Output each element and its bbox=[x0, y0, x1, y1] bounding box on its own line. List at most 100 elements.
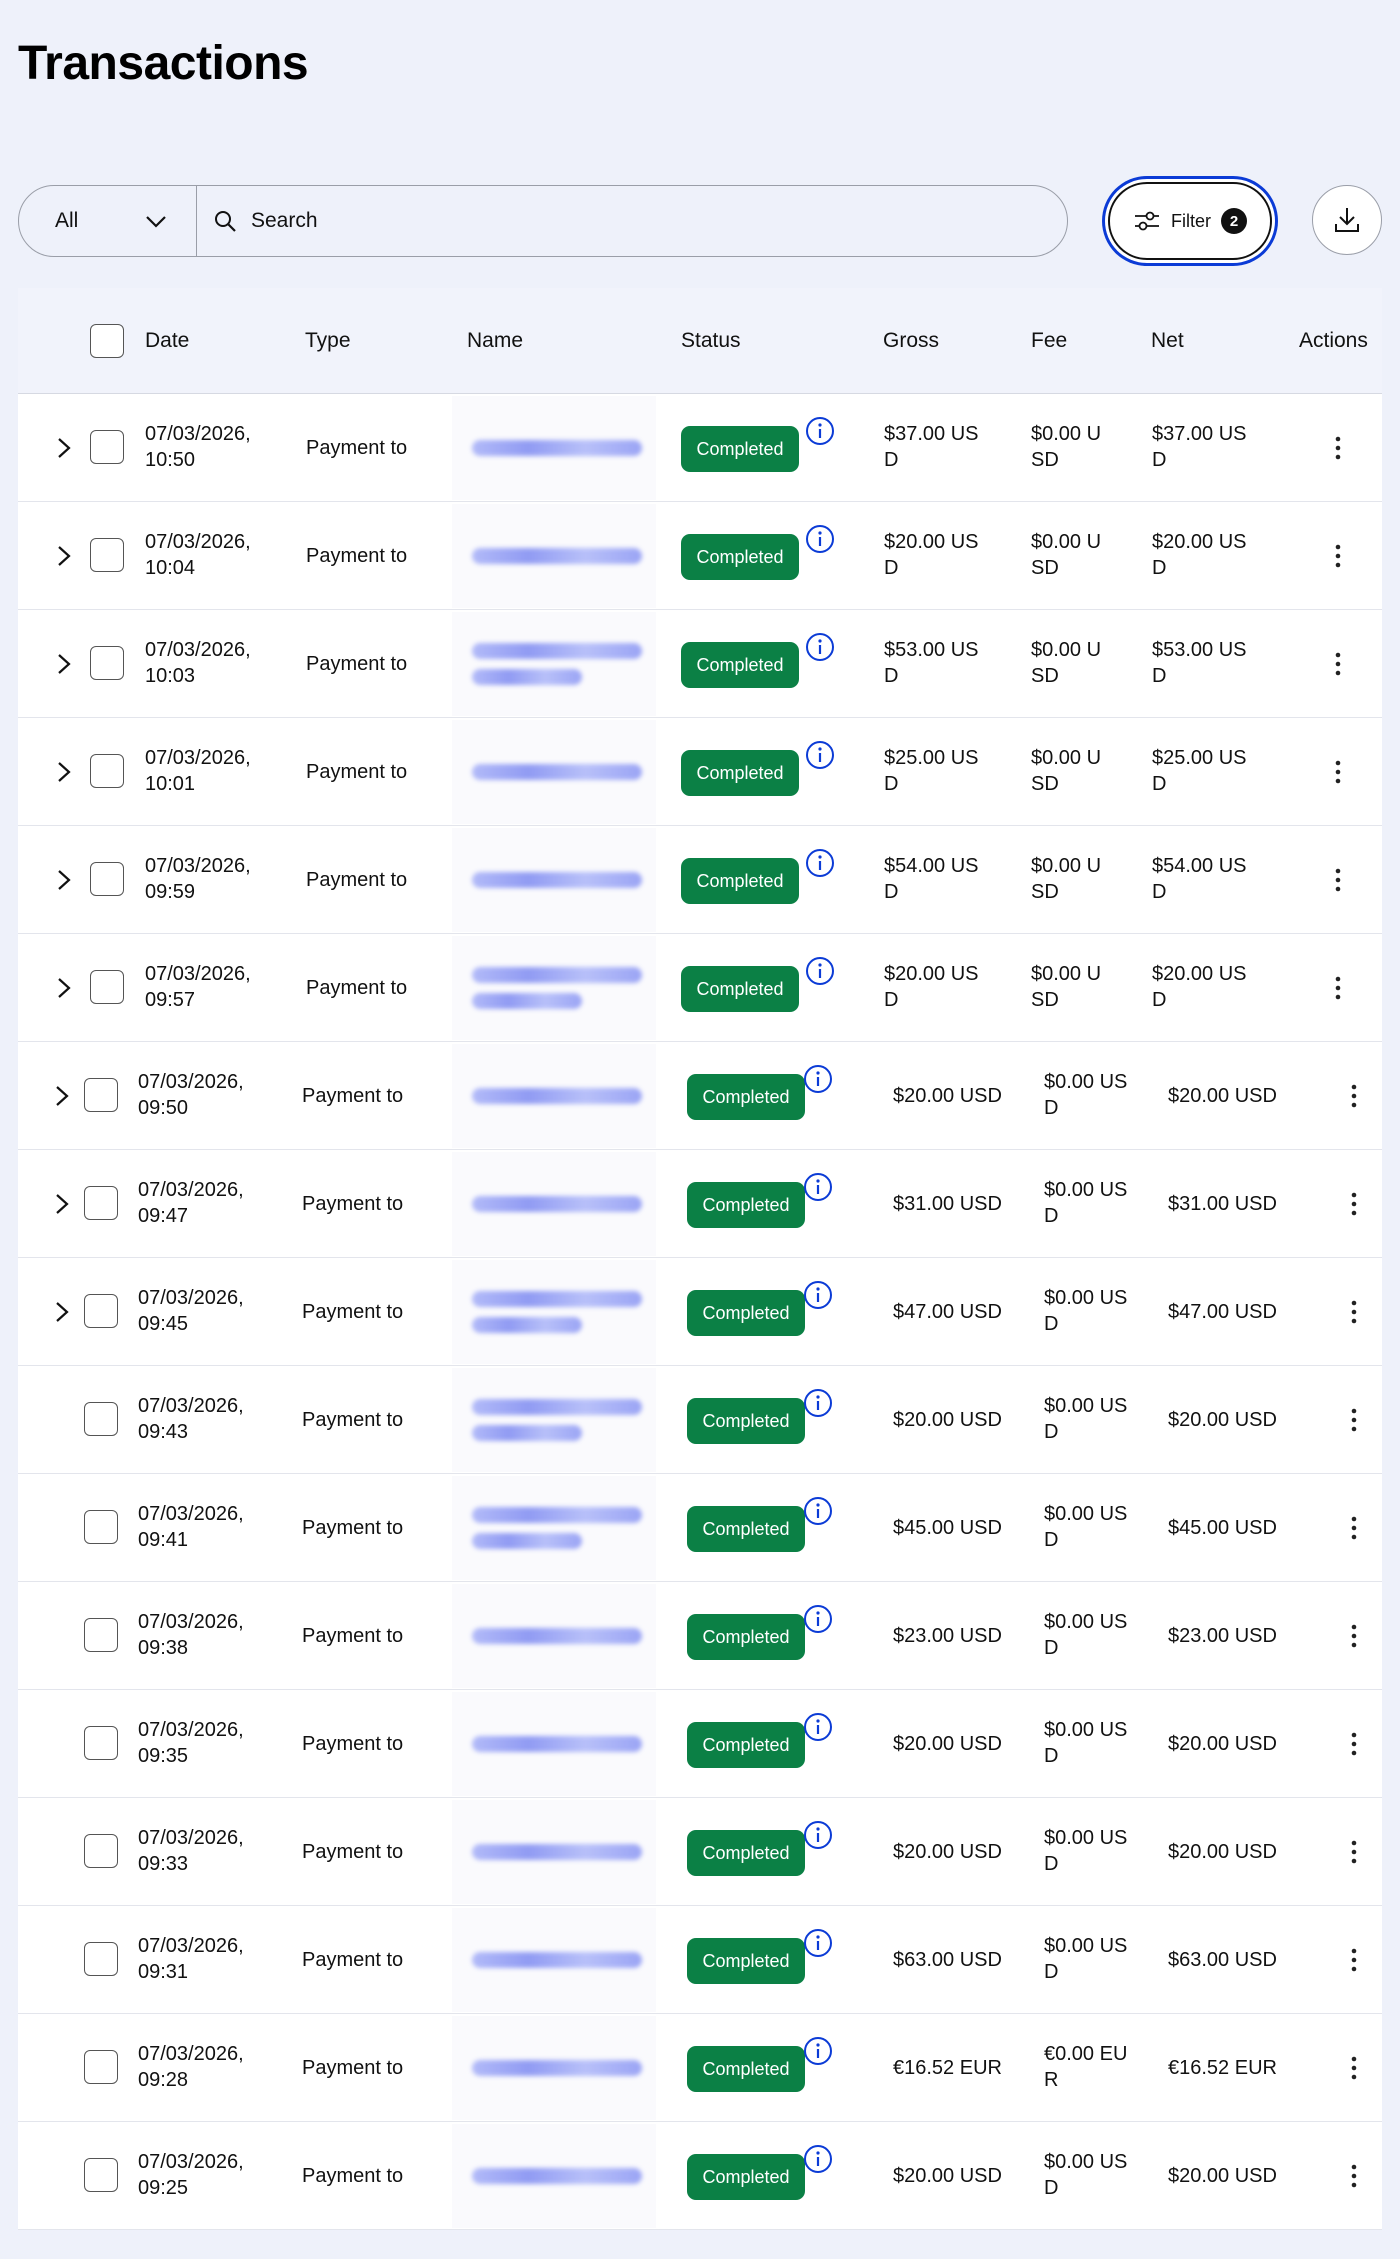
row-actions-menu[interactable] bbox=[1342, 1405, 1366, 1435]
status-info-button[interactable] bbox=[803, 1712, 833, 1742]
status-info-button[interactable] bbox=[803, 1172, 833, 1202]
status-info-button[interactable] bbox=[803, 1604, 833, 1634]
row-checkbox[interactable] bbox=[90, 538, 124, 572]
table-row[interactable]: 07/03/2026, 09:25 Payment to Completed $20.0… bbox=[18, 2122, 1382, 2230]
table-row[interactable]: 07/03/2026, 09:50 Payment to Completed $20.0… bbox=[18, 1042, 1382, 1150]
row-checkbox[interactable] bbox=[84, 1726, 118, 1760]
status-info-button[interactable] bbox=[803, 1064, 833, 1094]
table-row[interactable]: 07/03/2026, 09:31 Payment to Completed $63.0… bbox=[18, 1906, 1382, 2014]
row-actions-menu[interactable] bbox=[1342, 1081, 1366, 1111]
expand-row-button[interactable] bbox=[52, 868, 76, 892]
status-badge[interactable]: Completed bbox=[681, 534, 799, 580]
row-actions-menu[interactable] bbox=[1342, 1189, 1366, 1219]
expand-row-button[interactable] bbox=[52, 652, 76, 676]
status-badge[interactable]: Completed bbox=[687, 1290, 805, 1336]
table-row[interactable]: 07/03/2026, 09:38 Payment to Completed $23.0… bbox=[18, 1582, 1382, 1690]
expand-row-button[interactable] bbox=[52, 760, 76, 784]
filter-button[interactable]: Filter 2 bbox=[1108, 182, 1272, 260]
expand-row-button[interactable] bbox=[50, 1300, 74, 1324]
row-checkbox[interactable] bbox=[90, 754, 124, 788]
expand-row-button[interactable] bbox=[52, 544, 76, 568]
status-info-button[interactable] bbox=[805, 632, 835, 662]
table-row[interactable]: 07/03/2026, 09:43 Payment to Completed $20.0… bbox=[18, 1366, 1382, 1474]
row-checkbox[interactable] bbox=[84, 1078, 118, 1112]
expand-row-button[interactable] bbox=[52, 436, 76, 460]
row-checkbox[interactable] bbox=[90, 646, 124, 680]
status-badge[interactable]: Completed bbox=[687, 1614, 805, 1660]
status-info-button[interactable] bbox=[803, 1496, 833, 1526]
table-row[interactable]: 07/03/2026, 10:04 Payment to Completed $20.0… bbox=[18, 502, 1382, 610]
row-checkbox[interactable] bbox=[90, 430, 124, 464]
row-checkbox[interactable] bbox=[84, 2050, 118, 2084]
download-button[interactable] bbox=[1312, 185, 1382, 255]
expand-row-button[interactable] bbox=[52, 976, 76, 1000]
row-actions-menu[interactable] bbox=[1342, 1837, 1366, 1867]
row-actions-menu[interactable] bbox=[1326, 433, 1350, 463]
table-row[interactable]: 07/03/2026, 10:01 Payment to Completed $25.0… bbox=[18, 718, 1382, 826]
status-info-button[interactable] bbox=[803, 1820, 833, 1850]
row-checkbox[interactable] bbox=[90, 862, 124, 896]
row-checkbox[interactable] bbox=[84, 1834, 118, 1868]
row-actions-menu[interactable] bbox=[1326, 865, 1350, 895]
status-badge[interactable]: Completed bbox=[687, 1074, 805, 1120]
row-checkbox[interactable] bbox=[84, 1186, 118, 1220]
status-info-button[interactable] bbox=[803, 2144, 833, 2174]
status-info-button[interactable] bbox=[803, 1280, 833, 1310]
row-checkbox[interactable] bbox=[84, 1942, 118, 1976]
row-checkbox[interactable] bbox=[84, 1618, 118, 1652]
status-badge[interactable]: Completed bbox=[687, 1938, 805, 1984]
type-select[interactable]: All bbox=[19, 186, 197, 256]
row-gross: $54.00 US D bbox=[884, 855, 979, 903]
row-actions-menu[interactable] bbox=[1326, 649, 1350, 679]
row-checkbox[interactable] bbox=[84, 1510, 118, 1544]
row-actions-menu[interactable] bbox=[1342, 1297, 1366, 1327]
status-info-button[interactable] bbox=[805, 740, 835, 770]
status-info-button[interactable] bbox=[805, 848, 835, 878]
table-row[interactable]: 07/03/2026, 09:57 Payment to Completed $20.0… bbox=[18, 934, 1382, 1042]
row-actions-menu[interactable] bbox=[1342, 2161, 1366, 2191]
status-badge[interactable]: Completed bbox=[687, 2154, 805, 2200]
select-all-checkbox[interactable] bbox=[90, 324, 124, 358]
status-badge[interactable]: Completed bbox=[687, 2046, 805, 2092]
status-badge[interactable]: Completed bbox=[681, 750, 799, 796]
row-checkbox[interactable] bbox=[84, 1402, 118, 1436]
row-actions-menu[interactable] bbox=[1342, 1513, 1366, 1543]
status-info-button[interactable] bbox=[805, 524, 835, 554]
status-badge[interactable]: Completed bbox=[687, 1506, 805, 1552]
row-actions-menu[interactable] bbox=[1342, 1621, 1366, 1651]
status-badge[interactable]: Completed bbox=[681, 858, 799, 904]
status-badge[interactable]: Completed bbox=[681, 966, 799, 1012]
table-row[interactable]: 07/03/2026, 10:03 Payment to Completed $53.0… bbox=[18, 610, 1382, 718]
table-row[interactable]: 07/03/2026, 09:41 Payment to Completed $45.0… bbox=[18, 1474, 1382, 1582]
status-info-button[interactable] bbox=[805, 416, 835, 446]
row-actions-menu[interactable] bbox=[1342, 1729, 1366, 1759]
table-row[interactable]: 07/03/2026, 09:59 Payment to Completed $54.0… bbox=[18, 826, 1382, 934]
table-row[interactable]: 07/03/2026, 09:28 Payment to Completed €16.5… bbox=[18, 2014, 1382, 2122]
row-actions-menu[interactable] bbox=[1326, 973, 1350, 1003]
row-checkbox[interactable] bbox=[90, 970, 124, 1004]
status-badge[interactable]: Completed bbox=[687, 1398, 805, 1444]
table-row[interactable]: 07/03/2026, 09:45 Payment to Completed $47.0… bbox=[18, 1258, 1382, 1366]
expand-row-button[interactable] bbox=[50, 1084, 74, 1108]
status-badge[interactable]: Completed bbox=[681, 426, 799, 472]
status-badge[interactable]: Completed bbox=[687, 1182, 805, 1228]
status-badge[interactable]: Completed bbox=[681, 642, 799, 688]
status-info-button[interactable] bbox=[803, 1928, 833, 1958]
status-badge[interactable]: Completed bbox=[687, 1722, 805, 1768]
table-row[interactable]: 07/03/2026, 09:35 Payment to Completed $20.0… bbox=[18, 1690, 1382, 1798]
row-actions-menu[interactable] bbox=[1342, 2053, 1366, 2083]
row-checkbox[interactable] bbox=[84, 1294, 118, 1328]
expand-row-button[interactable] bbox=[50, 1192, 74, 1216]
search-input[interactable] bbox=[251, 209, 951, 233]
table-row[interactable]: 07/03/2026, 09:33 Payment to Completed $20.0… bbox=[18, 1798, 1382, 1906]
status-badge[interactable]: Completed bbox=[687, 1830, 805, 1876]
row-actions-menu[interactable] bbox=[1326, 757, 1350, 787]
status-info-button[interactable] bbox=[803, 2036, 833, 2066]
row-actions-menu[interactable] bbox=[1342, 1945, 1366, 1975]
table-row[interactable]: 07/03/2026, 10:50 Payment to Completed $37.0… bbox=[18, 394, 1382, 502]
row-actions-menu[interactable] bbox=[1326, 541, 1350, 571]
table-row[interactable]: 07/03/2026, 09:47 Payment to Completed $31.0… bbox=[18, 1150, 1382, 1258]
status-info-button[interactable] bbox=[803, 1388, 833, 1418]
status-info-button[interactable] bbox=[805, 956, 835, 986]
row-checkbox[interactable] bbox=[84, 2158, 118, 2192]
